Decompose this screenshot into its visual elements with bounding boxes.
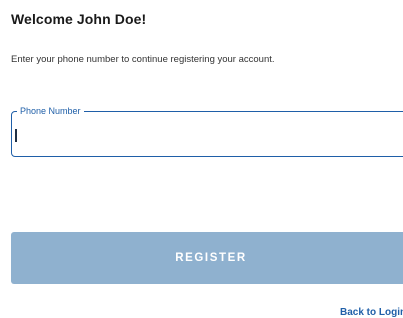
page-title: Welcome John Doe! (11, 11, 147, 27)
phone-number-input[interactable] (20, 122, 380, 144)
phone-number-label: Phone Number (17, 105, 84, 117)
text-cursor (15, 129, 17, 142)
registration-screen: Welcome John Doe! Enter your phone numbe… (0, 0, 403, 318)
register-button[interactable]: REGISTER (11, 232, 403, 284)
page-subtitle: Enter your phone number to continue regi… (11, 54, 275, 65)
phone-number-field[interactable]: Phone Number (11, 105, 403, 157)
back-to-login-link[interactable]: Back to Login (340, 307, 403, 318)
